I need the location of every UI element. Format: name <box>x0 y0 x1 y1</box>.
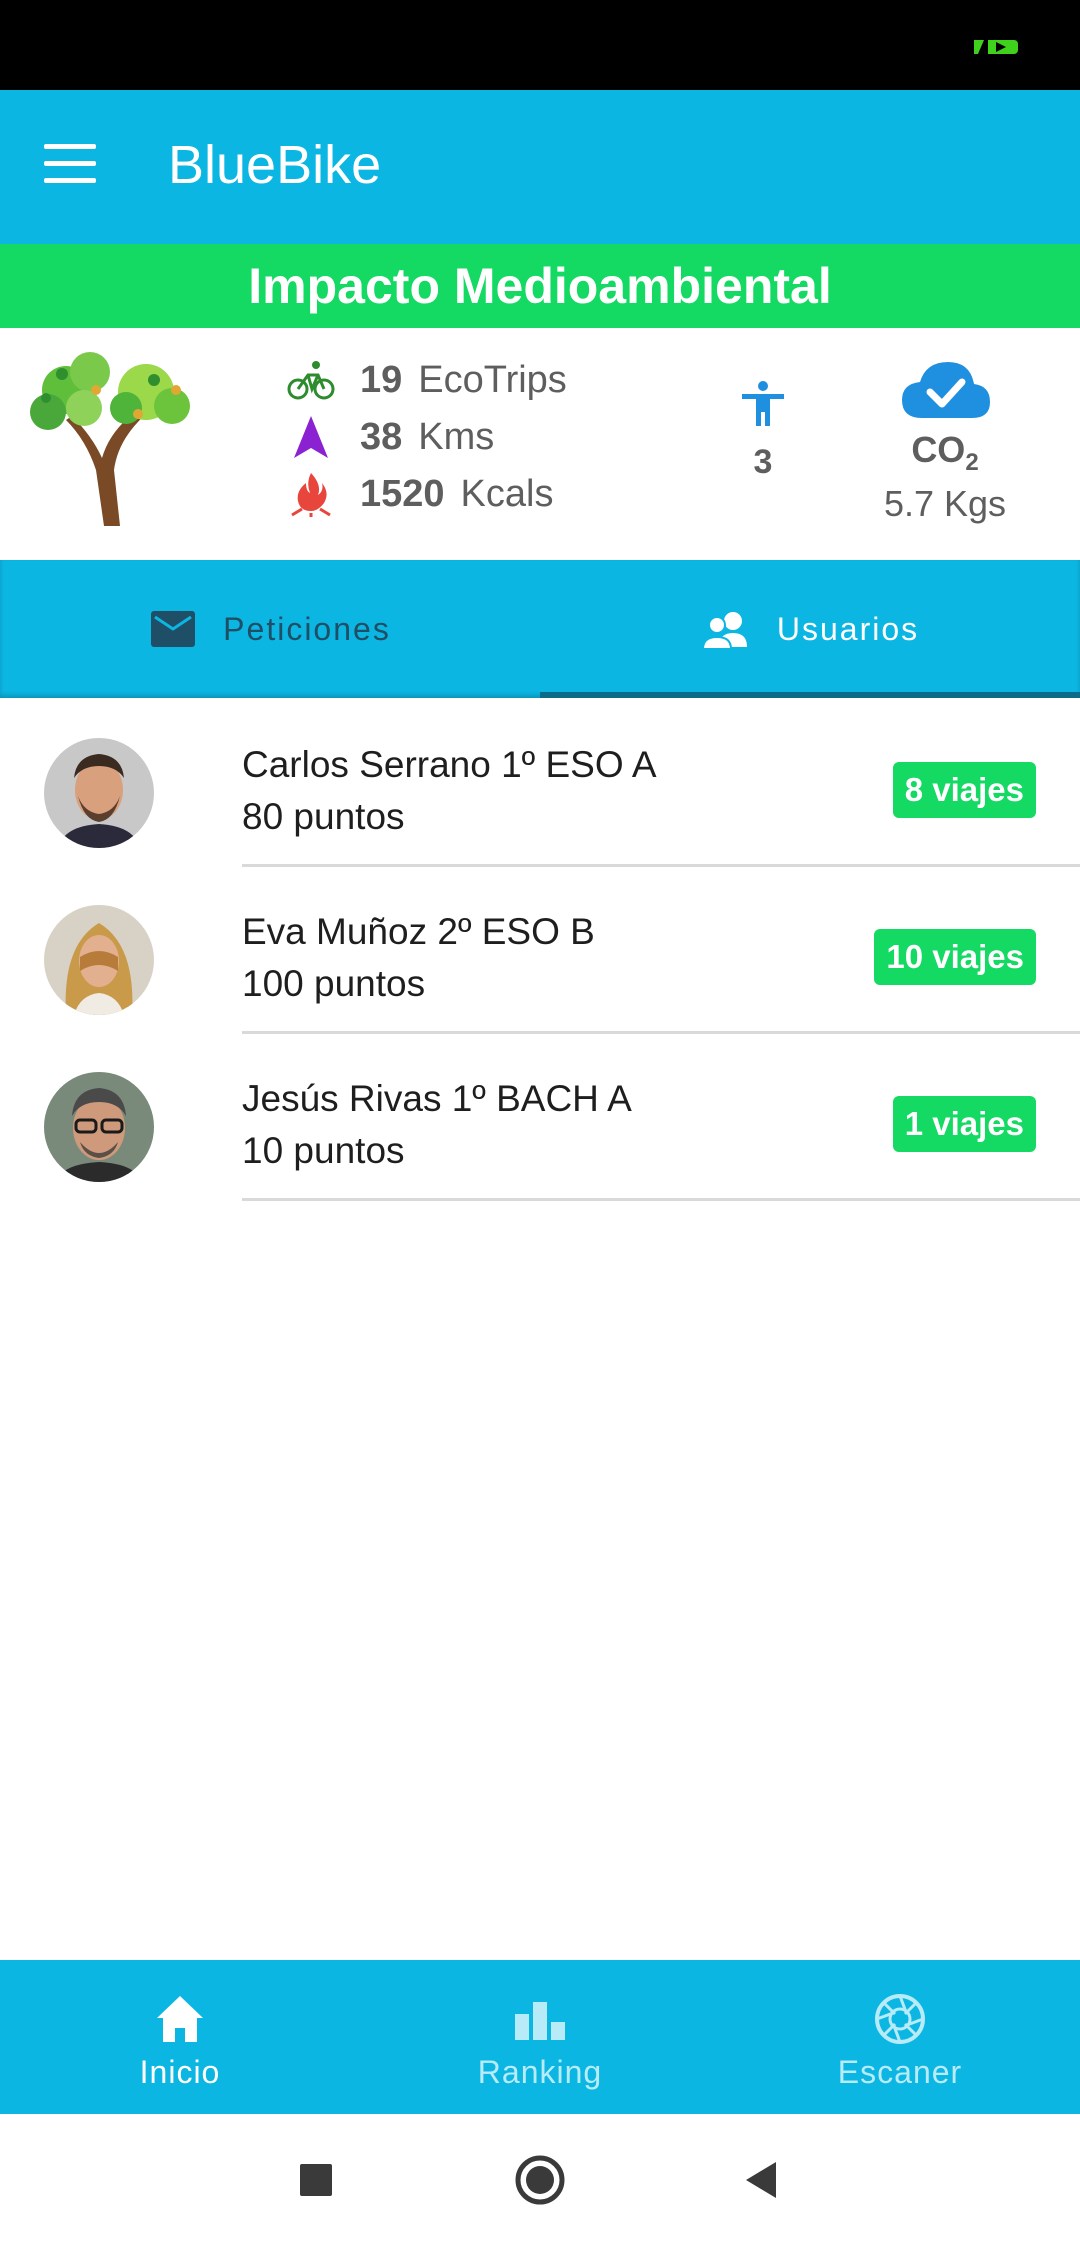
mail-icon <box>151 611 196 647</box>
user-list-item[interactable]: Eva Muñoz 2º ESO B 100 puntos 10 viajes <box>0 867 1080 1034</box>
stats-panel: 19 EcoTrips 38 Kms 1520 Kcals 3 CO2 5.7 … <box>0 328 1080 560</box>
nav-ranking-label: Ranking <box>477 2054 603 2090</box>
cloud-check-icon <box>902 362 990 418</box>
calories-value: 1520 <box>360 472 445 515</box>
calories-stat: 1520 Kcals <box>286 466 553 522</box>
user-points: 80 puntos <box>242 796 405 837</box>
nav-escaner[interactable]: Escaner <box>720 1960 1080 2114</box>
avatar <box>44 1072 154 1182</box>
user-name: Eva Muñoz 2º ESO B <box>242 911 595 952</box>
avatar <box>44 738 154 848</box>
hamburger-icon-line <box>44 161 96 166</box>
user-list: Carlos Serrano 1º ESO A 80 puntos 8 viaj… <box>0 700 1080 1201</box>
users-stat: 3 <box>728 378 798 482</box>
hamburger-icon-line <box>44 178 96 183</box>
users-icon <box>701 612 747 649</box>
distance-unit: Kms <box>418 415 495 458</box>
user-points: 10 puntos <box>242 1130 405 1171</box>
back-icon[interactable] <box>732 2150 792 2210</box>
users-count: 3 <box>753 443 773 481</box>
co2-label: CO2 <box>911 429 979 477</box>
tab-peticiones-label: Peticiones <box>223 610 391 647</box>
home-button-icon[interactable] <box>510 2150 570 2210</box>
user-name: Carlos Serrano 1º ESO A <box>242 744 657 785</box>
person-icon <box>742 381 784 426</box>
avatar <box>44 905 154 1015</box>
user-points: 100 puntos <box>242 963 426 1004</box>
trips-badge: 8 viajes <box>892 762 1036 818</box>
ecotrips-value: 19 <box>360 358 403 401</box>
avatar-image <box>44 905 154 1015</box>
tab-usuarios-label: Usuarios <box>776 610 920 647</box>
nav-escaner-label: Escaner <box>837 2054 963 2090</box>
active-tab-indicator <box>540 692 1080 698</box>
trips-badge: 10 viajes <box>874 929 1036 985</box>
status-bar <box>0 0 1080 90</box>
co2-stat: CO2 5.7 Kgs <box>870 358 1020 525</box>
nav-ranking[interactable]: Ranking <box>360 1960 720 2114</box>
user-name: Jesús Rivas 1º BACH A <box>242 1078 632 1119</box>
ecotrips-unit: EcoTrips <box>418 358 567 401</box>
app-screen: BlueBike Impacto Medioambiental 19 EcoTr… <box>0 0 1080 2246</box>
home-icon <box>157 1996 203 2042</box>
user-list-item[interactable]: Jesús Rivas 1º BACH A 10 puntos 1 viajes <box>0 1034 1080 1201</box>
camera-shutter-icon <box>875 1994 925 2044</box>
distance-stat: 38 Kms <box>286 409 494 465</box>
bicycle-icon <box>287 361 335 400</box>
hamburger-icon-line <box>44 144 96 149</box>
menu-button[interactable] <box>44 144 100 190</box>
nav-inicio-label: Inicio <box>139 2054 221 2090</box>
distance-value: 38 <box>360 415 403 458</box>
trips-badge: 1 viajes <box>892 1096 1036 1152</box>
impact-title: Impacto Medioambiental <box>248 258 832 314</box>
flame-icon <box>291 473 331 517</box>
nav-inicio[interactable]: Inicio <box>0 1960 360 2114</box>
list-divider <box>242 1198 1080 1201</box>
user-list-item[interactable]: Carlos Serrano 1º ESO A 80 puntos 8 viaj… <box>0 700 1080 867</box>
avatar-image <box>44 738 154 848</box>
system-navigation-bar <box>0 2114 1080 2246</box>
impact-banner: Impacto Medioambiental <box>0 244 1080 328</box>
battery-icon <box>974 40 1018 54</box>
navigation-arrow-icon <box>294 416 328 458</box>
tree-icon <box>30 352 190 526</box>
avatar-image <box>44 1072 154 1182</box>
app-bar: BlueBike <box>0 90 1080 244</box>
ecotrips-stat: 19 EcoTrips <box>286 352 567 408</box>
ranking-icon <box>515 2002 565 2040</box>
tab-bar: Peticiones Usuarios <box>0 560 1080 698</box>
calories-unit: Kcals <box>460 472 554 515</box>
co2-value: 5.7 Kgs <box>883 483 1007 525</box>
recent-apps-icon[interactable] <box>286 2150 346 2210</box>
bottom-navigation: Inicio Ranking Escaner <box>0 1960 1080 2114</box>
co2-subscript: 2 <box>965 449 979 477</box>
app-title: BlueBike <box>168 135 382 195</box>
tab-usuarios[interactable]: Usuarios <box>540 560 1080 698</box>
tab-peticiones[interactable]: Peticiones <box>0 560 540 698</box>
